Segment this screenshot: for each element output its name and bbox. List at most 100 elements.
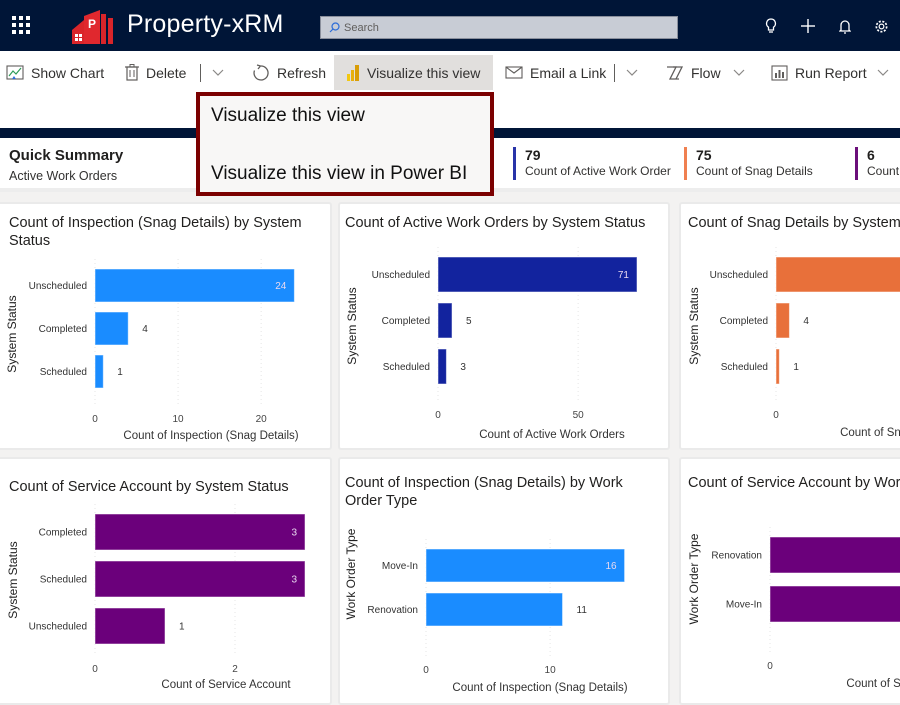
bar [94, 268, 295, 303]
chart-icon [6, 64, 24, 80]
bar [437, 256, 638, 293]
kpi-active-work-orders[interactable]: 79 Count of Active Work Order [513, 147, 671, 180]
data-label: 1 [179, 622, 185, 633]
x-axis-title: Count of Service Account [846, 678, 900, 690]
menu-item-visualize-this-view[interactable]: Visualize this view [211, 105, 365, 127]
bell-icon[interactable] [826, 15, 863, 37]
top-nav-bar: P Property-xRM Search [0, 0, 900, 51]
bar [769, 585, 900, 623]
kpi-count[interactable]: 6 Count [855, 147, 899, 180]
bar-chart: 0 10 Move-In 16 Renovation 11 Count of Inspect… [344, 528, 628, 694]
report-icon [771, 64, 788, 81]
x-tick-label: 0 [773, 410, 779, 421]
menu-item-visualize-in-power-bi[interactable]: Visualize this view in Power BI [211, 163, 467, 185]
flow-button[interactable]: Flow [662, 55, 725, 90]
chart-card-service-account-by-type[interactable]: Count of Service Account by Work Order T… [679, 457, 900, 705]
email-more-chevron-down-icon[interactable] [625, 65, 639, 79]
show-chart-button[interactable]: Show Chart [2, 55, 108, 90]
x-tick-label: 0 [92, 414, 98, 425]
y-category-label: Completed [39, 324, 87, 335]
refresh-button[interactable]: Refresh [248, 55, 330, 90]
visualize-this-view-button[interactable]: Visualize this view [334, 55, 493, 90]
y-category-label: Completed [382, 316, 430, 327]
app-launcher-icon[interactable] [12, 16, 32, 36]
bar [94, 560, 306, 598]
y-category-label: Move-In [726, 600, 762, 611]
x-axis-title: Count of Inspection (Snag Details) [123, 430, 298, 442]
bar-chart: 0 50 Unscheduled 71 Completed 5 Scheduled 3 Coun… [345, 247, 638, 441]
y-category-label: Scheduled [721, 362, 768, 373]
y-category-label: Scheduled [40, 575, 87, 586]
kpi-snag-details[interactable]: 75 Count of Snag Details [684, 147, 813, 180]
y-category-label: Renovation [367, 605, 418, 616]
y-axis-title: System Status [6, 541, 20, 618]
search-icon [329, 22, 340, 33]
data-label: 3 [291, 528, 297, 539]
bar [425, 548, 626, 583]
y-category-label: Unscheduled [710, 270, 768, 281]
refresh-label: Refresh [277, 64, 327, 81]
chart-card-service-account-by-status[interactable]: Count of Service Account by System Statu… [0, 457, 332, 705]
data-label: 5 [466, 316, 472, 327]
kpi-value: 6 [867, 147, 875, 163]
x-tick-label: 0 [435, 410, 441, 421]
data-label: 3 [460, 362, 466, 373]
y-category-label: Completed [720, 316, 768, 327]
kpi-value: 79 [525, 147, 541, 163]
plus-icon[interactable] [789, 15, 826, 37]
y-category-label: Scheduled [40, 367, 87, 378]
flow-label: Flow [691, 64, 721, 81]
separator [200, 64, 201, 82]
y-category-label: Unscheduled [372, 270, 430, 281]
bar [94, 513, 306, 551]
bar [94, 607, 166, 645]
email-link-label: Email a Link [530, 64, 607, 81]
delete-more-chevron-down-icon[interactable] [211, 65, 225, 79]
bar [437, 302, 453, 339]
bar-chart: 02RenovationMove-InCount of Service Acco… [687, 527, 900, 690]
delete-button[interactable]: Delete [121, 55, 190, 90]
x-tick-label: 2 [232, 664, 238, 675]
x-tick-label: 0 [767, 661, 773, 672]
bar-chart: 0 2 Completed 3 Scheduled 3 Unscheduled 1 Count … [6, 504, 306, 691]
y-category-label: Move-In [382, 561, 418, 572]
search-input[interactable]: Search [320, 16, 678, 39]
bar-chart: 0 Unscheduled Completed 4 Scheduled 1 Count of… [687, 247, 900, 439]
y-category-label: Scheduled [383, 362, 430, 373]
separator [614, 64, 615, 82]
run-report-chevron-down-icon[interactable] [876, 65, 890, 79]
x-axis-title: Count of Inspection (Snag Details) [452, 682, 627, 694]
delete-label: Delete [146, 64, 187, 81]
lightbulb-icon[interactable] [752, 15, 789, 37]
chart-card-work-orders-by-status[interactable]: Count of Active Work Orders by System St… [338, 202, 670, 450]
y-axis-title: System Status [687, 287, 701, 364]
bar [775, 348, 780, 385]
x-tick-label: 10 [545, 665, 557, 676]
email-link-button[interactable]: Email a Link [501, 55, 610, 90]
data-label: 3 [291, 575, 297, 586]
x-axis-title: Count of Service Account [161, 679, 291, 691]
summary-title: Quick Summary [9, 147, 124, 164]
run-report-button[interactable]: Run Report [767, 55, 871, 90]
bar [94, 354, 104, 389]
kpi-label: Count of Active Work Order [525, 164, 671, 178]
x-tick-label: 0 [423, 665, 429, 676]
chart-card-inspection-by-status[interactable]: Count of Inspection (Snag Details) by Sy… [0, 202, 332, 450]
y-axis-title: System Status [345, 287, 359, 364]
visualize-label: Visualize this view [367, 64, 481, 81]
power-bi-icon [347, 64, 359, 81]
gear-icon[interactable] [863, 15, 900, 37]
bar [769, 536, 900, 574]
data-label: 71 [618, 270, 630, 281]
visualize-dropdown-menu: Visualize this view Visualize this view … [196, 92, 494, 196]
x-tick-label: 20 [256, 414, 268, 425]
bar [94, 311, 129, 346]
y-axis-title: Work Order Type [344, 528, 358, 619]
flow-icon [667, 65, 684, 80]
data-label: 4 [142, 324, 148, 335]
chart-card-inspection-by-type[interactable]: Count of Inspection (Snag Details) by Wo… [338, 457, 670, 705]
flow-chevron-down-icon[interactable] [732, 65, 746, 79]
x-tick-label: 10 [173, 414, 185, 425]
y-category-label: Completed [39, 528, 87, 539]
chart-card-snag-by-status[interactable]: Count of Snag Details by System Status 0… [679, 202, 900, 450]
